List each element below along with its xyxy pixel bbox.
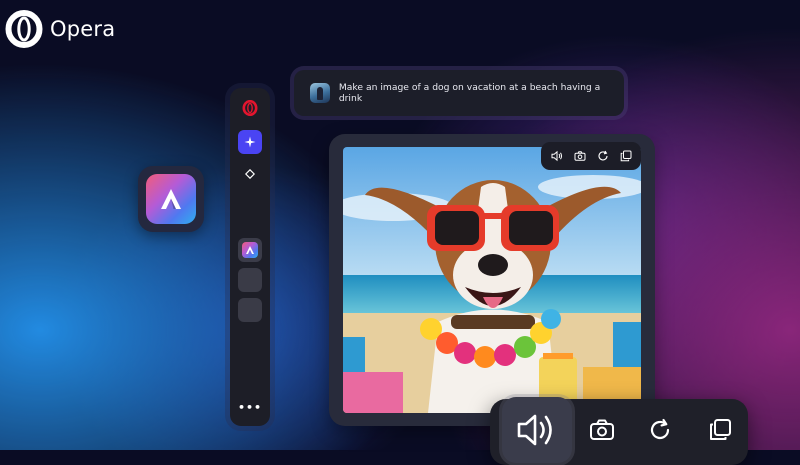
sidebar-more-button[interactable]: ••• — [238, 399, 262, 415]
regenerate-button[interactable] — [640, 399, 680, 461]
sidebar-aria-app-button[interactable] — [238, 238, 262, 262]
user-avatar — [310, 83, 330, 103]
speaker-button[interactable] — [502, 397, 572, 463]
copy-icon — [620, 150, 631, 162]
image-toolbar-zoomed — [490, 397, 748, 465]
speaker-icon — [551, 150, 562, 162]
dog-beach-image — [343, 147, 641, 413]
sidebar-diamond-button[interactable] — [238, 162, 262, 186]
sidebar-opera-button[interactable] — [238, 96, 262, 120]
regenerate-button-mini[interactable] — [594, 147, 612, 165]
regenerate-icon — [650, 418, 670, 439]
aria-logo-icon — [146, 174, 196, 224]
diamond-icon — [245, 169, 255, 179]
speaker-icon — [517, 414, 552, 446]
copy-button-mini[interactable] — [617, 147, 635, 165]
camera-button-mini[interactable] — [571, 147, 589, 165]
prompt-bubble: Make an image of a dog on vacation at a … — [294, 70, 624, 116]
sidebar: ••• — [230, 88, 270, 426]
camera-icon — [590, 419, 614, 440]
camera-icon — [574, 151, 585, 161]
sidebar-empty-slot[interactable] — [238, 268, 262, 292]
generated-image[interactable] — [343, 147, 641, 413]
sidebar-empty-slot[interactable] — [238, 298, 262, 322]
generated-image-card — [329, 134, 655, 426]
sidebar-aria-button[interactable] — [238, 130, 262, 154]
opera-o-icon — [5, 10, 43, 48]
regenerate-icon — [598, 150, 608, 161]
sparkle-icon — [244, 136, 256, 148]
camera-button[interactable] — [582, 399, 622, 461]
opera-icon — [242, 100, 258, 116]
speaker-button-mini[interactable] — [548, 147, 566, 165]
image-toolbar-mini — [541, 142, 641, 170]
prompt-text: Make an image of a dog on vacation at a … — [338, 82, 601, 104]
opera-logo: Opera — [5, 10, 115, 48]
aria-app-icon — [242, 242, 258, 258]
copy-button[interactable] — [700, 399, 740, 461]
brand-name: Opera — [50, 17, 116, 41]
copy-icon — [710, 419, 731, 440]
aria-app-card[interactable] — [138, 166, 204, 232]
